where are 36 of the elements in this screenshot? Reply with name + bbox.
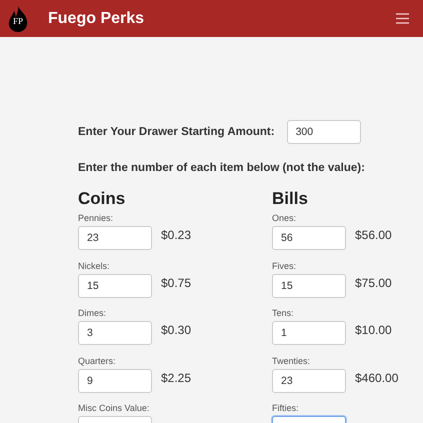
field-label: Dimes:	[78, 308, 108, 318]
field-label: Twenties:	[272, 356, 312, 366]
input-field[interactable]: 56	[272, 226, 346, 250]
field-label: Fives:	[272, 260, 298, 270]
field-label: Nickels:	[78, 260, 111, 270]
logo-text: FP	[12, 16, 24, 26]
menu-icon	[396, 13, 409, 24]
field-label: Misc Coins Value:	[78, 403, 150, 413]
field-label: Ones:	[272, 213, 298, 223]
flame-icon	[6, 4, 30, 32]
amount-text: $0.30	[161, 323, 192, 337]
input-field[interactable]: 9	[78, 368, 152, 392]
amount-text: $75.00	[355, 276, 392, 290]
section-heading: Bills	[272, 189, 309, 209]
input-field[interactable]: 23	[272, 368, 346, 392]
input-field[interactable]: 15	[78, 274, 152, 298]
input-field[interactable]: 3	[78, 321, 152, 345]
field-label: Enter Your Drawer Starting Amount:	[78, 126, 275, 138]
menu-button[interactable]	[394, 11, 411, 26]
amount-text: $0.23	[161, 228, 192, 242]
field-label: Quarters:	[78, 356, 117, 366]
input-field[interactable]: 23	[78, 226, 152, 250]
field-label: Fifties:	[272, 403, 300, 413]
app-title: Fuego Perks	[48, 10, 146, 28]
input-field[interactable]: 15	[272, 274, 346, 298]
amount-text: $0.75	[161, 276, 192, 290]
amount-text: $460.00	[355, 370, 398, 384]
instruction-text: Enter the number of each item below (not the value):	[78, 162, 365, 174]
amount-text: $56.00	[355, 228, 392, 242]
field-label: Pennies:	[78, 213, 114, 223]
input-field[interactable]: 300	[286, 120, 361, 144]
section-heading: Coins	[78, 189, 126, 209]
amount-text: $10.00	[355, 323, 392, 337]
amount-text: $2.25	[161, 370, 192, 384]
field-label: Tens:	[272, 308, 295, 318]
input-field[interactable]: 1	[272, 321, 346, 345]
